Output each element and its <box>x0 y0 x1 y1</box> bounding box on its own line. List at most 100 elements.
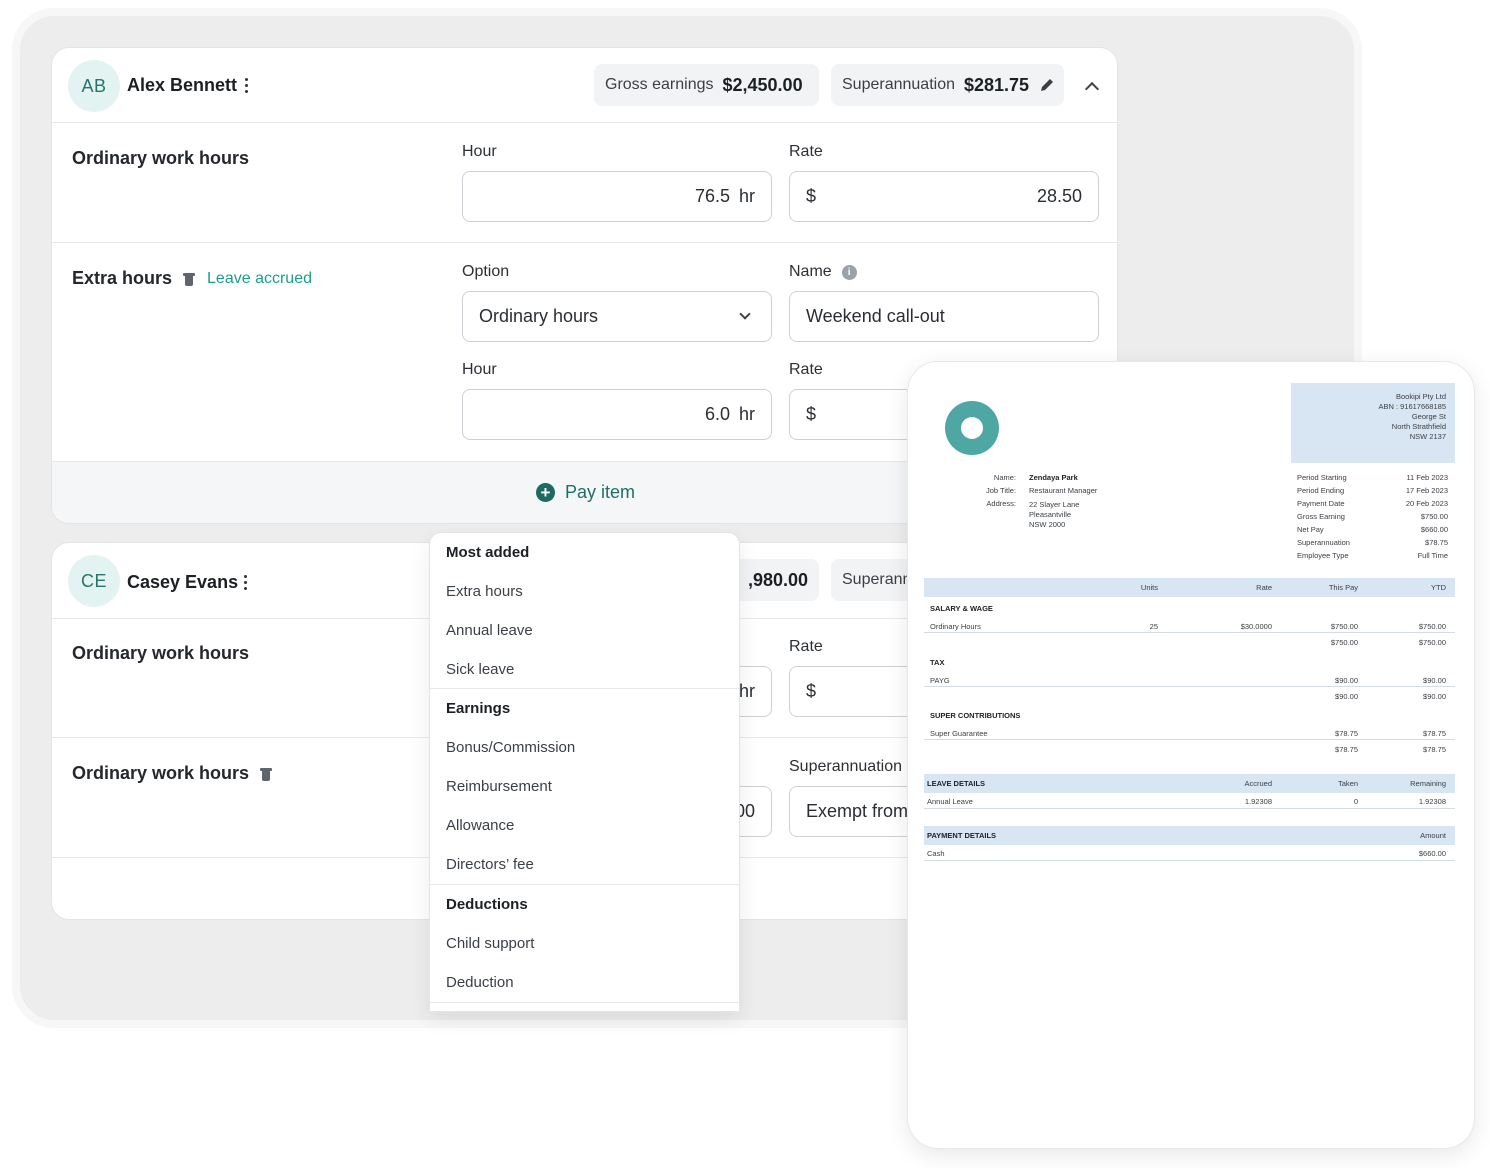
menu-item-annual-leave[interactable]: Annual leave <box>446 622 533 639</box>
super-total-this-pay: $78.75 <box>1335 745 1358 754</box>
gross-earnings-label: Gross earnings <box>605 76 714 93</box>
collapse-chevron-icon[interactable] <box>1084 81 1100 97</box>
employee-name: Casey Evans <box>127 572 239 592</box>
summary-value: $750.00 <box>1420 512 1448 521</box>
rate-label: Rate <box>789 638 823 655</box>
leave-header-accrued: Accrued <box>1244 779 1272 788</box>
rate-label: Rate <box>789 143 823 160</box>
column-header-units: Units <box>1140 583 1158 592</box>
rate-value: 28.50 <box>1036 186 1082 206</box>
superannuation-label: Superann <box>842 571 912 588</box>
gross-earnings-value: $2,450.00 <box>722 74 803 95</box>
hour-label: Hour <box>462 143 497 160</box>
salary-row-label: Ordinary Hours <box>930 622 981 631</box>
company-abn: ABN : 91617668185 <box>1378 402 1446 411</box>
section-title-text: Ordinary work hours <box>72 763 250 783</box>
leave-header-band <box>924 774 1455 793</box>
rate-input[interactable]: $ 28.50 <box>789 171 1099 222</box>
salary-row-rate: $30.0000 <box>1240 622 1272 631</box>
ordinary-hours-title: Ordinary work hours <box>72 763 273 784</box>
tax-heading: TAX <box>930 658 945 667</box>
gross-earnings-value: ,980.00 <box>747 569 808 590</box>
gross-earnings-badge: Gross earnings $2,450.00 <box>594 64 819 106</box>
leave-heading: LEAVE DETAILS <box>927 779 986 788</box>
employee-name: Zendaya Park <box>1029 473 1078 482</box>
leave-row-taken: 0 <box>1353 797 1358 806</box>
name-label-wrap: Name i <box>789 263 857 281</box>
tax-row-this-pay: $90.00 <box>1335 676 1358 685</box>
tax-total-this-pay: $90.00 <box>1335 692 1358 701</box>
menu-item-child-support[interactable]: Child support <box>446 935 534 952</box>
salary-row-this-pay: $750.00 <box>1330 622 1358 631</box>
name-value: Weekend call-out <box>806 306 945 326</box>
superannuation-value: Exempt from <box>806 801 909 821</box>
superannuation-label: Superannuation <box>789 758 902 775</box>
salary-total-this-pay: $750.00 <box>1330 638 1358 647</box>
summary-value: 11 Feb 2023 <box>1406 473 1448 482</box>
hour-input[interactable]: 76.5 hr <box>462 171 772 222</box>
menu-item-extra-hours[interactable]: Extra hours <box>446 583 523 600</box>
menu-item-bonus[interactable]: Bonus/Commission <box>446 739 575 756</box>
company-street: George St <box>1411 412 1446 421</box>
avatar: AB <box>68 60 120 112</box>
delete-icon[interactable] <box>260 767 273 781</box>
pay-item-menu: Most added Extra hours Annual leave Sick… <box>429 532 740 1012</box>
edit-icon[interactable] <box>1039 77 1055 93</box>
currency-symbol: $ <box>806 681 817 701</box>
leave-header-remaining: Remaining <box>1410 779 1446 788</box>
payment-row-label: Cash <box>927 849 945 858</box>
menu-item-allowance[interactable]: Allowance <box>446 817 514 834</box>
delete-icon[interactable] <box>183 272 196 286</box>
more-options-icon[interactable] <box>244 78 248 94</box>
hour-input[interactable]: 6.0 hr <box>462 389 772 440</box>
summary-value: Full Time <box>1417 551 1448 560</box>
chevron-down-icon <box>739 307 751 320</box>
hour-label: Hour <box>462 361 497 378</box>
tax-total-ytd: $90.00 <box>1423 692 1446 701</box>
menu-heading: Earnings <box>446 700 511 717</box>
superannuation-badge[interactable]: Superannuation $281.75 <box>831 64 1064 106</box>
option-label: Option <box>462 263 510 280</box>
summary-value: 20 Feb 2023 <box>1405 499 1448 508</box>
option-select[interactable]: Ordinary hours <box>462 291 772 342</box>
superannuation-value: $281.75 <box>963 74 1030 95</box>
name-input[interactable]: Weekend call-out <box>789 291 1099 342</box>
menu-item-deduction[interactable]: Deduction <box>446 974 514 991</box>
summary-label: Employee Type <box>1297 551 1349 560</box>
name-label: Name <box>789 263 832 280</box>
hour-unit: hr <box>738 186 755 206</box>
leave-row-remaining: 1.92308 <box>1418 797 1446 806</box>
row-divider <box>924 808 1455 809</box>
menu-divider <box>430 688 739 689</box>
add-pay-item-button[interactable]: + Pay item <box>536 482 635 503</box>
salary-total-ytd: $750.00 <box>1418 638 1446 647</box>
menu-item-sick-leave[interactable]: Sick leave <box>446 661 514 678</box>
address-label: Address: <box>986 499 1016 508</box>
address-line: 22 Slayer Lane <box>1029 500 1080 509</box>
address-line: Pleasantville <box>1029 510 1072 519</box>
more-options-icon[interactable] <box>243 575 247 591</box>
section-title-text: Extra hours <box>72 268 173 288</box>
super-total-ytd: $78.75 <box>1423 745 1446 754</box>
leave-row-accrued: 1.92308 <box>1244 797 1272 806</box>
tax-row-label: PAYG <box>930 676 950 685</box>
leave-accrued-link[interactable]: Leave accrued <box>207 270 312 288</box>
currency-symbol: $ <box>806 404 817 424</box>
job-title: Restaurant Manager <box>1029 486 1098 495</box>
menu-heading: Most added <box>446 544 530 561</box>
leave-row-label: Annual Leave <box>927 797 973 806</box>
summary-label: Gross Earning <box>1297 512 1345 521</box>
salary-heading: SALARY & WAGE <box>930 604 993 613</box>
summary-value: 17 Feb 2023 <box>1405 486 1448 495</box>
menu-item-directors-fee[interactable]: Directors’ fee <box>446 856 534 873</box>
summary-label: Period Starting <box>1297 473 1347 482</box>
name-label: Name: <box>993 473 1016 482</box>
job-title-label: Job Title: <box>985 486 1016 495</box>
super-heading: SUPER CONTRIBUTIONS <box>930 711 1021 720</box>
salary-row-ytd: $750.00 <box>1418 622 1446 631</box>
divider <box>52 122 1117 123</box>
menu-item-reimbursement[interactable]: Reimbursement <box>446 778 552 795</box>
super-row-label: Super Guarantee <box>930 729 988 738</box>
info-icon[interactable]: i <box>841 264 857 280</box>
super-row-this-pay: $78.75 <box>1335 729 1358 738</box>
